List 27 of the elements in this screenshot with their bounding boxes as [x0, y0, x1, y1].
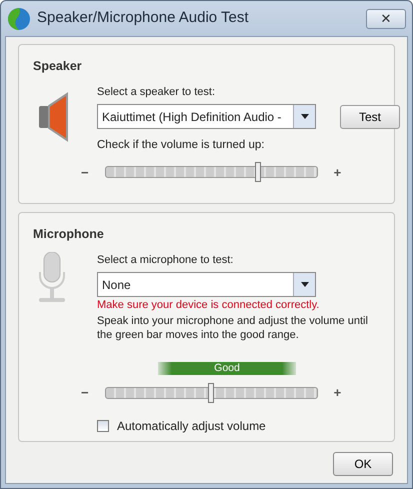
checkbox-label[interactable]: Automatically adjust volume: [117, 416, 266, 435]
speaker-icon: [37, 92, 71, 142]
speaker-dropdown[interactable]: Kaiuttimet (High Definition Audio -: [97, 104, 316, 130]
globe-icon: [7, 6, 31, 30]
minus-sign: −: [81, 164, 89, 182]
error-message: Make sure your device is connected correctly.: [97, 298, 320, 314]
field-label: Select a speaker to test:: [97, 84, 216, 100]
plus-sign: +: [334, 384, 342, 402]
microphone-dropdown[interactable]: None: [97, 272, 316, 298]
ok-button[interactable]: OK: [333, 452, 393, 476]
field-label: Select a microphone to test:: [97, 252, 234, 268]
close-button[interactable]: ✕: [366, 8, 406, 28]
section-heading: Speaker: [33, 58, 83, 75]
test-button[interactable]: Test: [340, 104, 400, 129]
good-range-bar: Good: [158, 362, 296, 376]
instruction-text: Speak into your microphone and adjust the volume until the green bar moves into the good range.: [97, 314, 369, 342]
microphone-icon: [37, 252, 67, 304]
caret-icon: [300, 282, 308, 288]
section-heading: Microphone: [33, 226, 105, 243]
caret-icon: [300, 114, 308, 120]
slider-thumb[interactable]: [254, 162, 260, 182]
checkbox[interactable]: [97, 420, 109, 432]
window-title: Speaker/Microphone Audio Test: [37, 8, 249, 28]
plus-sign: +: [334, 164, 342, 182]
slider-thumb[interactable]: [208, 383, 214, 404]
volume-label: Check if the volume is turned up:: [97, 138, 266, 154]
minus-sign: −: [81, 384, 89, 402]
